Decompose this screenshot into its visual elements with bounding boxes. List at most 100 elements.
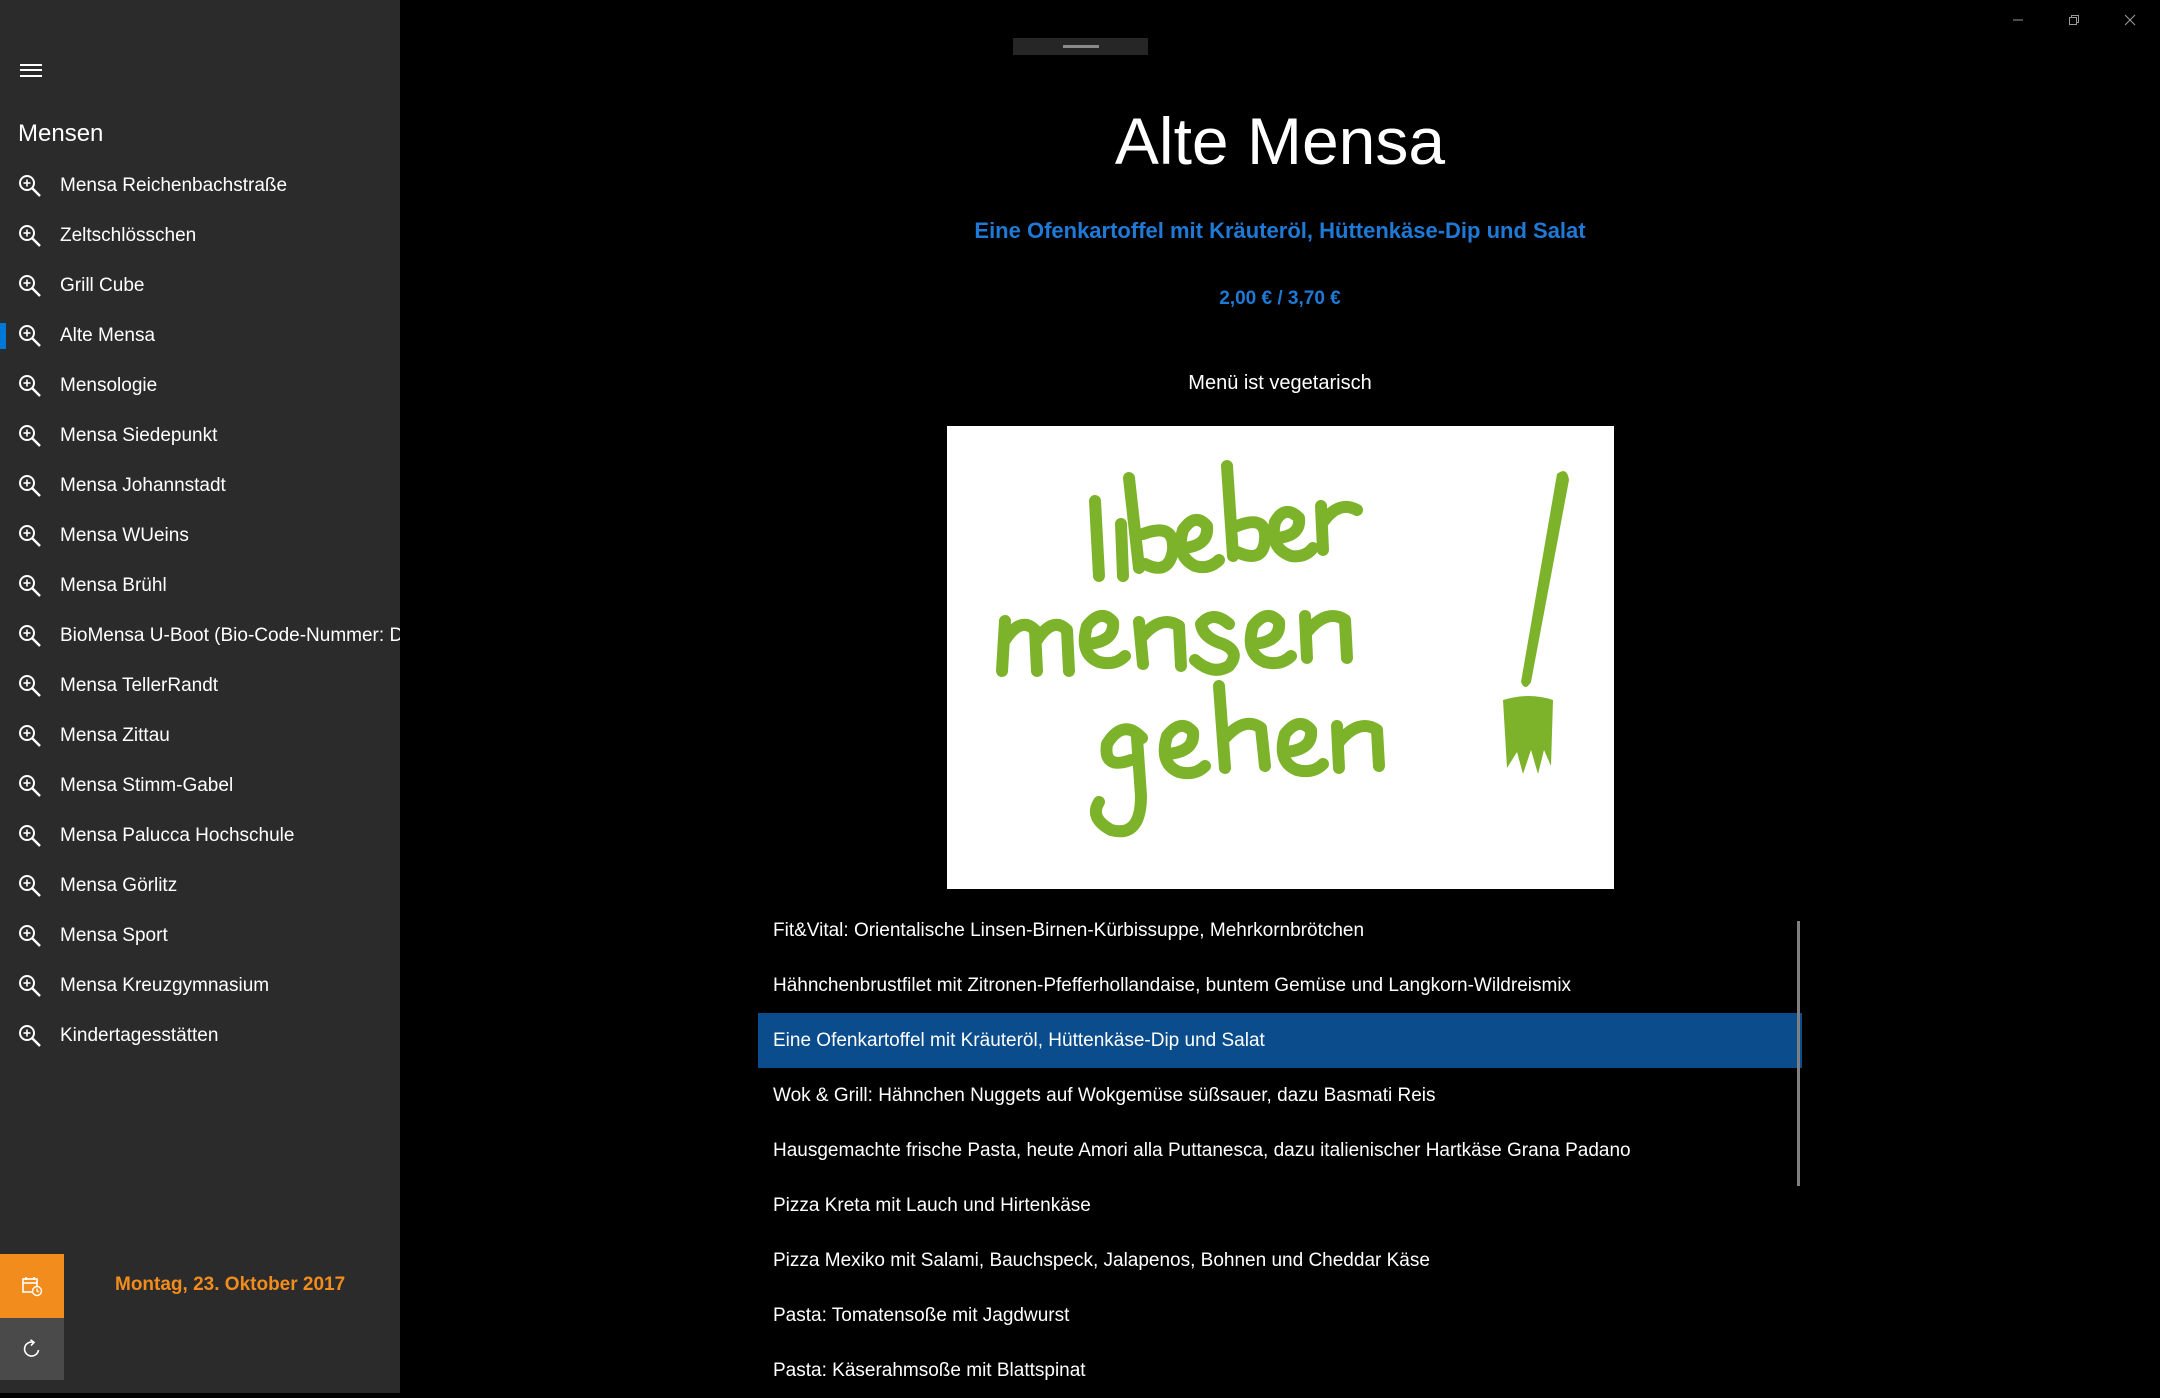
selection-indicator — [0, 673, 6, 699]
meal-list-item[interactable]: Pizza Mexiko mit Salami, Bauchspeck, Jal… — [758, 1233, 1802, 1288]
meal-list: Fit&Vital: Orientalische Linsen-Birnen-K… — [758, 903, 1802, 1398]
nav-item-label: Mensa Sport — [60, 925, 168, 946]
minimize-button[interactable] — [1990, 0, 2046, 40]
meal-list-item[interactable]: Wok & Grill: Hähnchen Nuggets auf Wokgem… — [758, 1068, 1802, 1123]
minimize-icon — [2013, 19, 2023, 21]
meal-list-item[interactable]: Pasta: Tomatensoße mit Jagdwurst — [758, 1288, 1802, 1343]
search-icon — [19, 475, 41, 497]
search-icon — [19, 725, 41, 747]
page-title: Alte Mensa — [1114, 104, 1446, 178]
meal-list-item[interactable]: Pizza Kreta mit Lauch und Hirtenkäse — [758, 1178, 1802, 1233]
nav-item[interactable]: Mensa Kreuzgymnasium — [0, 961, 400, 1011]
meal-list-item-label: Pizza Mexiko mit Salami, Bauchspeck, Jal… — [773, 1249, 1430, 1271]
nav-item-label: Mensa Johannstadt — [60, 475, 226, 496]
cafeteria-list: Mensa Reichenbachstraße Zeltschlösschen … — [0, 161, 400, 1061]
search-icon — [19, 775, 41, 797]
nav-item-label: Mensa Zittau — [60, 725, 170, 746]
nav-item[interactable]: Mensa WUeins — [0, 511, 400, 561]
selection-indicator — [0, 823, 6, 849]
selection-indicator — [0, 723, 6, 749]
selection-indicator — [0, 273, 6, 299]
meal-list-item-label: Hähnchenbrustfilet mit Zitronen-Pfefferh… — [773, 974, 1572, 996]
nav-item-label: BioMensa U-Boot (Bio-Code-Nummer: DE — [60, 625, 400, 646]
refresh-icon — [23, 1339, 40, 1357]
search-icon — [19, 175, 41, 197]
meal-list-scrollbar[interactable] — [1797, 921, 1800, 1186]
nav-item-label: Zeltschlösschen — [60, 225, 197, 246]
nav-item[interactable]: Mensa Görlitz — [0, 861, 400, 911]
nav-item-active[interactable]: Alte Mensa — [0, 311, 400, 361]
nav-item-label: Mensa Brühl — [60, 575, 167, 596]
refresh-button[interactable] — [0, 1318, 64, 1380]
search-icon — [19, 425, 41, 447]
meal-list-item[interactable]: Fit&Vital: Orientalische Linsen-Birnen-K… — [758, 903, 1802, 958]
nav-item[interactable]: Mensa Sport — [0, 911, 400, 961]
selection-indicator — [0, 223, 6, 249]
nav-item[interactable]: Mensa Johannstadt — [0, 461, 400, 511]
nav-item[interactable]: Kindertagesstätten — [0, 1011, 400, 1061]
meal-list-item[interactable]: Hausgemachte frische Pasta, heute Amori … — [758, 1123, 1802, 1178]
selection-indicator — [0, 573, 6, 599]
close-button[interactable] — [2102, 0, 2158, 40]
nav-item[interactable]: Mensa TellerRandt — [0, 661, 400, 711]
nav-item-label: Mensa WUeins — [60, 525, 189, 546]
nav-item[interactable]: Mensologie — [0, 361, 400, 411]
selection-indicator — [0, 623, 6, 649]
search-icon — [19, 325, 41, 347]
nav-item-label: Mensa Görlitz — [60, 875, 178, 896]
nav-item-label: Mensa TellerRandt — [60, 675, 219, 696]
nav-item[interactable]: Mensa Brühl — [0, 561, 400, 611]
meal-list-item-label: Fit&Vital: Orientalische Linsen-Birnen-K… — [773, 919, 1365, 941]
nav-item[interactable]: Mensa Zittau — [0, 711, 400, 761]
selection-indicator — [0, 423, 6, 449]
search-icon — [19, 975, 41, 997]
meal-list-item-label: Pasta: Tomatensoße mit Jagdwurst — [773, 1304, 1070, 1326]
nav-item[interactable]: Mensa Reichenbachstraße — [0, 161, 400, 211]
vegetarian-note: Menü ist vegetarisch — [1188, 372, 1372, 394]
close-icon — [2124, 14, 2136, 26]
search-icon — [19, 525, 41, 547]
restore-icon — [2069, 15, 2079, 25]
search-icon — [19, 575, 41, 597]
hamburger-menu-button[interactable] — [12, 54, 50, 86]
meal-list-item-label: Hausgemachte frische Pasta, heute Amori … — [773, 1139, 1631, 1161]
nav-item-label: Mensologie — [60, 375, 158, 396]
selection-indicator — [0, 973, 6, 999]
nav-item-label: Mensa Reichenbachstraße — [60, 175, 288, 196]
search-icon — [19, 375, 41, 397]
nav-item-label: Alte Mensa — [60, 325, 156, 346]
drag-handle[interactable] — [1013, 38, 1148, 55]
selection-indicator — [0, 373, 6, 399]
meal-list-item[interactable]: Hähnchenbrustfilet mit Zitronen-Pfefferh… — [758, 958, 1802, 1013]
meal-list-item[interactable]: Pasta: Käserahmsoße mit Blattspinat — [758, 1343, 1802, 1398]
nav-item[interactable]: Grill Cube — [0, 261, 400, 311]
selected-meal-name: Eine Ofenkartoffel mit Kräuteröl, Hütten… — [974, 218, 1586, 243]
hamburger-icon — [20, 63, 42, 77]
meal-price: 2,00 € / 3,70 € — [1219, 288, 1341, 309]
meal-list-item-selected[interactable]: Eine Ofenkartoffel mit Kräuteröl, Hütten… — [758, 1013, 1802, 1068]
nav-item-label: Mensa Stimm-Gabel — [60, 775, 234, 796]
selection-indicator — [0, 473, 6, 499]
search-icon — [19, 625, 41, 647]
date-bar: Montag, 23. Oktober 2017 — [0, 1254, 400, 1318]
nav-item-label: Kindertagesstätten — [60, 1025, 219, 1046]
nav-item[interactable]: Mensa Palucca Hochschule — [0, 811, 400, 861]
selection-indicator — [0, 523, 6, 549]
calendar-button[interactable] — [0, 1254, 64, 1318]
nav-item[interactable]: Zeltschlösschen — [0, 211, 400, 261]
selected-date: Montag, 23. Oktober 2017 — [115, 1274, 346, 1295]
meal-image — [947, 426, 1614, 889]
search-icon — [19, 825, 41, 847]
meal-list-item-label: Wok & Grill: Hähnchen Nuggets auf Wokgem… — [773, 1084, 1436, 1106]
selection-indicator — [0, 1023, 6, 1049]
selection-indicator — [0, 173, 6, 199]
nav-pane-title: Mensen — [18, 120, 104, 147]
nav-item-label: Mensa Palucca Hochschule — [60, 825, 295, 846]
nav-item[interactable]: Mensa Siedepunkt — [0, 411, 400, 461]
selection-indicator — [0, 323, 6, 349]
nav-item[interactable]: Mensa Stimm-Gabel — [0, 761, 400, 811]
nav-item[interactable]: BioMensa U-Boot (Bio-Code-Nummer: DE — [0, 611, 400, 661]
search-icon — [19, 275, 41, 297]
restore-button[interactable] — [2046, 0, 2102, 40]
search-icon — [19, 875, 41, 897]
